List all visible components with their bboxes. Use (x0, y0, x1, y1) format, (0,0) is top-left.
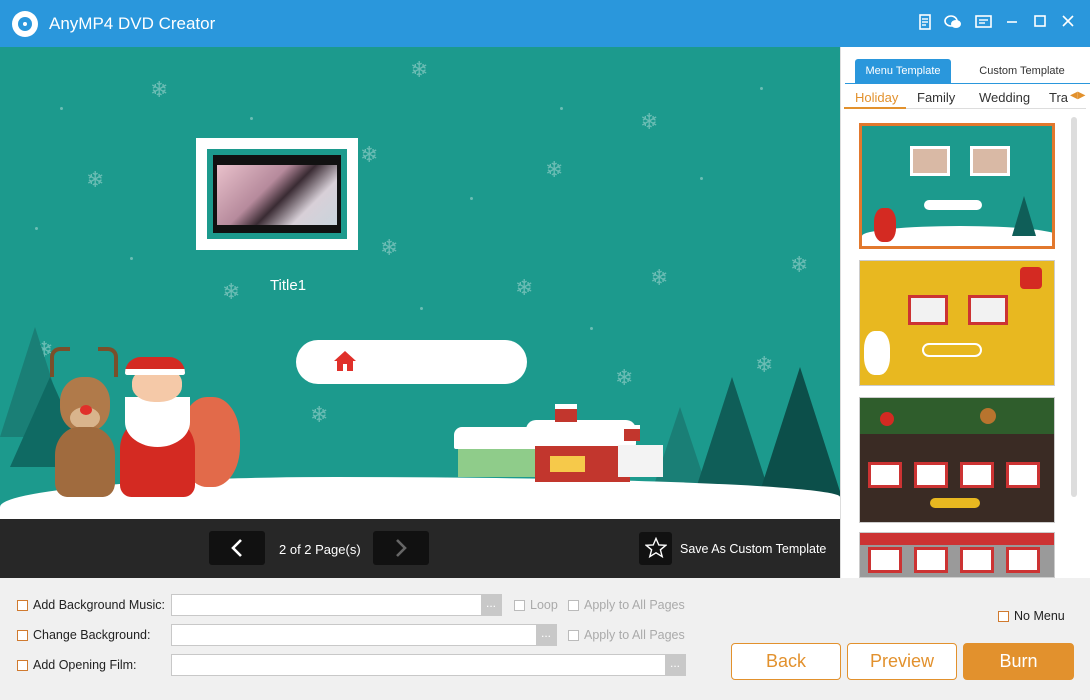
opening-film-checkbox[interactable] (17, 660, 28, 671)
santa-decoration (110, 357, 240, 502)
title-label[interactable]: Title1 (238, 277, 338, 294)
app-title: AnyMP4 DVD Creator (49, 14, 216, 33)
document-icon[interactable] (915, 14, 935, 34)
back-button[interactable]: Back (731, 643, 841, 680)
snowflake-icon: ❄ (790, 252, 809, 277)
snowflake-icon: ❄ (86, 167, 105, 192)
background-apply-all-checkbox[interactable] (568, 630, 579, 641)
category-scroll-arrows-icon[interactable]: ◀▶ (1070, 90, 1085, 101)
maximize-icon[interactable] (1030, 14, 1050, 34)
home-icon (334, 351, 356, 371)
browse-music-button[interactable]: ... (481, 595, 501, 615)
loop-checkbox[interactable] (514, 600, 525, 611)
background-music-checkbox[interactable] (17, 600, 28, 611)
template-thumbnail[interactable] (859, 532, 1055, 578)
snowflake-icon: ❄ (380, 235, 399, 260)
snowflake-icon: ❄ (360, 142, 379, 167)
title-thumbnail-stamp[interactable] (196, 138, 358, 250)
chevron-left-icon (231, 539, 242, 557)
category-travel[interactable]: Tra (1049, 90, 1068, 105)
close-icon[interactable] (1058, 14, 1078, 34)
template-thumbnail[interactable] (859, 123, 1055, 249)
background-apply-all-label: Apply to All Pages (584, 628, 685, 642)
menu-preview-canvas[interactable]: ❄ ❄ ❄ ❄ ❄ ❄ ❄ ❄ ❄ ❄ ❄ ❄ ❄ ❄ ❄ Title1 (0, 47, 840, 519)
snowflake-icon: ❄ (650, 265, 669, 290)
snowflake-icon: ❄ (515, 275, 534, 300)
snowflake-icon: ❄ (310, 402, 329, 427)
change-background-checkbox[interactable] (17, 630, 28, 641)
chevron-right-icon (396, 539, 407, 557)
template-thumbnail[interactable] (859, 397, 1055, 523)
preview-button[interactable]: Preview (847, 643, 957, 680)
template-scrollbar[interactable] (1071, 117, 1077, 497)
chat-icon[interactable] (943, 14, 963, 34)
tab-menu-template[interactable]: Menu Template (855, 59, 951, 83)
change-background-field[interactable]: ... (171, 624, 557, 646)
video-thumbnail (213, 155, 341, 233)
category-family[interactable]: Family (917, 90, 955, 105)
no-menu-checkbox[interactable] (998, 611, 1009, 622)
template-thumbnail[interactable] (859, 260, 1055, 386)
background-music-field[interactable]: ... (171, 594, 502, 616)
snowflake-icon: ❄ (545, 157, 564, 182)
music-apply-all-label: Apply to All Pages (584, 598, 685, 612)
house-decoration (618, 425, 663, 477)
category-holiday[interactable]: Holiday (855, 90, 898, 105)
music-apply-all-checkbox[interactable] (568, 600, 579, 611)
snowflake-icon: ❄ (150, 77, 169, 102)
snowflake-icon: ❄ (640, 109, 659, 134)
background-music-label: Add Background Music: (33, 598, 166, 612)
burn-button[interactable]: Burn (963, 643, 1074, 680)
save-custom-template-label[interactable]: Save As Custom Template (680, 542, 826, 556)
page-indicator: 2 of 2 Page(s) (279, 542, 361, 557)
save-custom-template-button[interactable] (639, 532, 672, 565)
tab-divider (845, 83, 1090, 84)
opening-film-field[interactable]: ... (171, 654, 686, 676)
opening-film-label: Add Opening Film: (33, 658, 137, 672)
tab-custom-template[interactable]: Custom Template (959, 59, 1085, 83)
loop-label: Loop (530, 598, 558, 612)
title-bar: AnyMP4 DVD Creator (0, 0, 1090, 47)
next-page-button[interactable] (373, 531, 429, 565)
template-panel: Menu Template Custom Template Holiday Fa… (840, 47, 1090, 578)
page-navigation-bar: 2 of 2 Page(s) Save As Custom Template (0, 519, 840, 578)
menu-list-icon[interactable] (974, 14, 994, 34)
browse-film-button[interactable]: ... (665, 655, 685, 675)
star-icon (643, 536, 668, 559)
category-active-underline (844, 107, 906, 109)
app-logo-icon (12, 11, 38, 37)
previous-page-button[interactable] (209, 531, 265, 565)
change-background-label: Change Background: (33, 628, 151, 642)
minimize-icon[interactable] (1002, 14, 1022, 34)
category-wedding[interactable]: Wedding (979, 90, 1030, 105)
snowflake-icon: ❄ (615, 365, 634, 390)
browse-background-button[interactable]: ... (536, 625, 556, 645)
home-button[interactable] (296, 340, 527, 384)
no-menu-label: No Menu (1014, 609, 1065, 623)
snowflake-icon: ❄ (410, 57, 429, 82)
